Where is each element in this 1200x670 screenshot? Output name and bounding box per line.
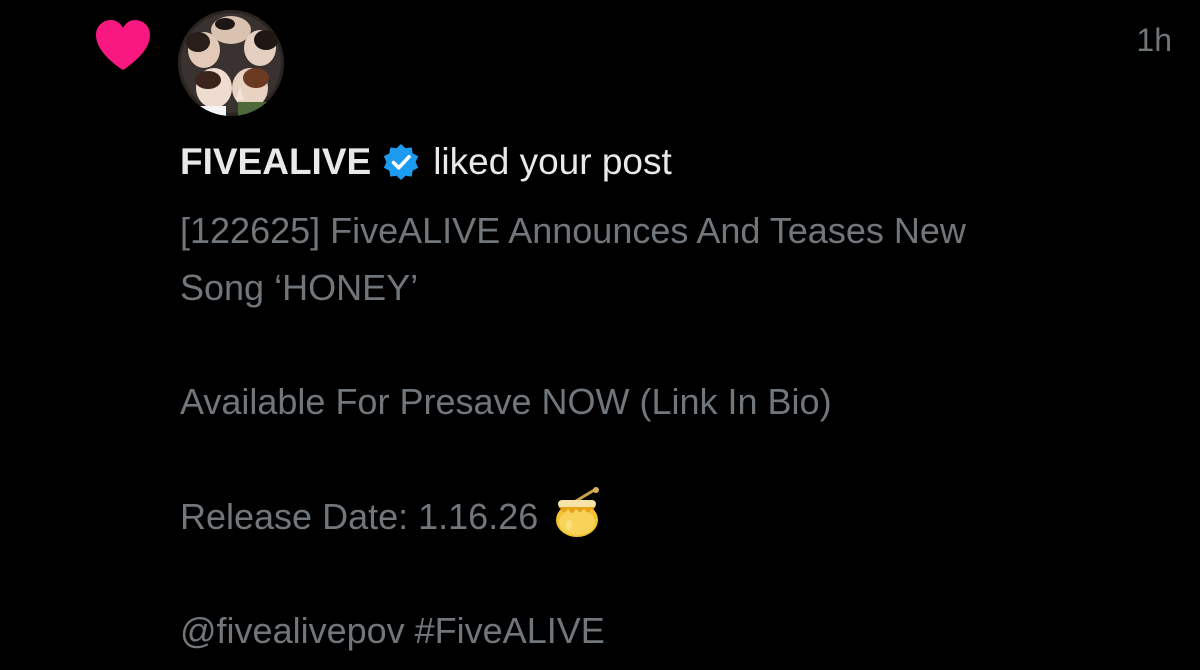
release-date-text: Release Date: 1.16.26 xyxy=(180,496,539,537)
honey-pot-icon xyxy=(556,487,600,537)
post-line: Song ‘HONEY’ xyxy=(180,267,419,308)
author-name[interactable]: FIVEALIVE xyxy=(180,138,371,186)
verified-badge-icon xyxy=(384,144,419,180)
group-photo-avatar-icon xyxy=(178,10,284,116)
post-line-tags: @fivealivepov #FiveALIVE xyxy=(180,610,605,651)
action-text: liked your post xyxy=(433,141,672,182)
timestamp: 1h xyxy=(1136,22,1172,58)
like-notification[interactable]: 1h FIVEALIVE liked your post [122625] Fi… xyxy=(0,0,1200,670)
avatar[interactable] xyxy=(178,10,284,116)
post-line: [122625] FiveALIVE Announces And Teases … xyxy=(180,210,966,251)
notification-headline: FIVEALIVE liked your post xyxy=(180,138,672,186)
heart-icon xyxy=(96,20,150,70)
post-line-release-date: Release Date: 1.16.26 xyxy=(180,487,1170,545)
post-line: Available For Presave NOW (Link In Bio) xyxy=(180,381,832,422)
liked-post-text[interactable]: [122625] FiveALIVE Announces And Teases … xyxy=(180,202,1170,659)
